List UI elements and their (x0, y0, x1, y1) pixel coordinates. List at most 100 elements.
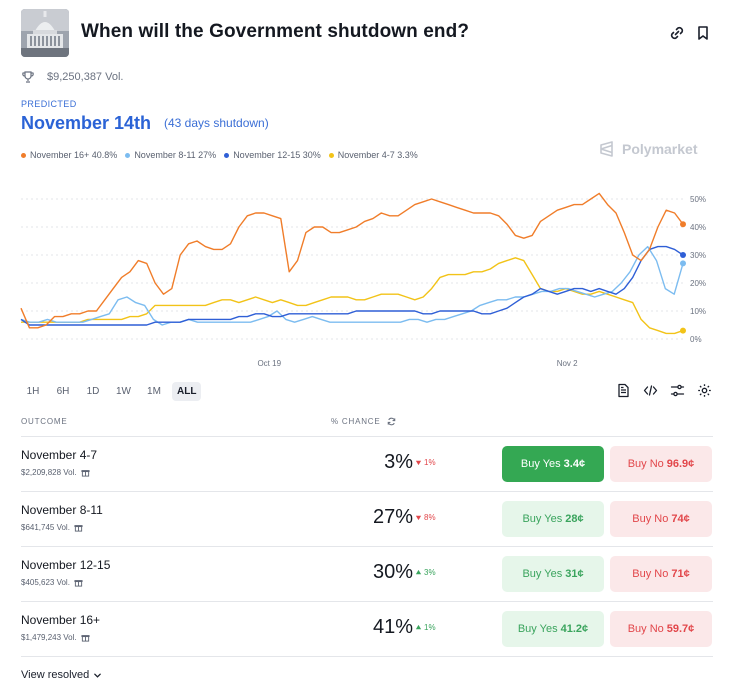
outcome-chance: 30% (372, 561, 413, 583)
gear-icon[interactable] (697, 383, 712, 398)
range-tab-1h[interactable]: 1H (21, 382, 45, 401)
buy-yes-button[interactable]: Buy Yes 41.2¢ (502, 611, 604, 647)
chance-change: 1% (415, 458, 436, 467)
view-resolved-label: View resolved (21, 669, 90, 681)
outcome-volume-text: $1,479,243 Vol. (21, 633, 77, 642)
volume-text: $9,250,387 Vol. (47, 71, 124, 83)
time-range-tabs: 1H 6H 1D 1W 1M ALL (21, 382, 202, 401)
column-outcome: OUTCOME (21, 417, 68, 426)
market-header: When will the Government shutdown end? (21, 9, 721, 57)
series-line-november-16- (20, 192, 684, 329)
range-tab-6h[interactable]: 6H (51, 382, 75, 401)
arrow-up-icon (415, 624, 422, 630)
outcome-chance: 3% (384, 451, 413, 473)
outcome-row[interactable]: November 16+ $1,479,243 Vol. 41% 1% Buy Yes 4… (21, 602, 713, 657)
buy-yes-price: 41.2¢ (560, 623, 589, 635)
legend-item: November 12-15 30% (224, 150, 321, 160)
buy-no-label: Buy No (627, 458, 664, 470)
link-icon[interactable] (667, 23, 687, 43)
chance-change-value: 1% (424, 458, 436, 467)
gift-icon (74, 525, 83, 532)
range-tab-1m[interactable]: 1M (142, 382, 166, 401)
buy-no-button[interactable]: Buy No 71¢ (610, 556, 712, 592)
gift-icon (74, 580, 83, 587)
market-volume: $9,250,387 Vol. (21, 68, 123, 86)
series-endpoint-november-16- (680, 221, 686, 228)
outcome-name: November 4-7 (21, 448, 98, 462)
buy-no-button[interactable]: Buy No 59.7¢ (610, 611, 712, 647)
outcome-row[interactable]: November 4-7 $2,209,828 Vol. 3% 1% Buy Yes 3.… (21, 437, 713, 492)
buy-no-price: 59.7¢ (666, 623, 695, 635)
buy-no-price: 71¢ (671, 568, 690, 580)
buy-yes-price: 3.4¢ (563, 458, 586, 470)
price-history-chart: 50% 40% 30% 20% 10% 0% Oct 19 Nov 2 (20, 192, 706, 368)
outcome-volume: $641,745 Vol. (21, 523, 83, 532)
arrow-down-icon (415, 515, 422, 521)
buy-yes-button[interactable]: Buy Yes 3.4¢ (502, 446, 604, 482)
outcome-name: November 12-15 (21, 558, 111, 572)
buy-yes-label: Buy Yes (520, 458, 561, 470)
range-tab-1d[interactable]: 1D (81, 382, 105, 401)
legend-item: November 4-7 3.3% (328, 150, 418, 160)
legend-dot (125, 152, 131, 158)
buy-no-button[interactable]: Buy No 96.9¢ (610, 446, 712, 482)
chance-change: 1% (415, 623, 436, 632)
series-endpoint-november-4-7 (680, 327, 686, 334)
buy-yes-label: Buy Yes (522, 568, 563, 580)
series-line-november-12-15 (20, 245, 684, 326)
code-icon[interactable] (643, 383, 658, 398)
y-tick-label: 50% (690, 195, 706, 204)
range-tab-all[interactable]: ALL (172, 382, 202, 401)
y-tick-label: 10% (690, 307, 706, 316)
buy-no-label: Buy No (632, 513, 669, 525)
predicted-sub: (43 days shutdown) (164, 116, 269, 130)
outcome-volume: $2,209,828 Vol. (21, 468, 90, 477)
buy-yes-price: 31¢ (565, 568, 584, 580)
gift-icon (81, 470, 90, 477)
outcome-volume: $1,479,243 Vol. (21, 633, 90, 642)
chance-change-value: 8% (424, 513, 436, 522)
chance-change: 3% (415, 568, 436, 577)
chart-legend: November 16+ 40.8% November 8-11 27% Nov… (21, 150, 418, 160)
gift-icon (81, 635, 90, 642)
outcome-name: November 16+ (21, 613, 101, 627)
polymarket-watermark: Polymarket (598, 140, 697, 158)
sliders-icon[interactable] (670, 383, 685, 398)
trophy-icon (22, 71, 34, 83)
y-tick-label: 30% (690, 251, 706, 260)
market-title: When will the Government shutdown end? (81, 21, 470, 42)
outcome-row[interactable]: November 12-15 $405,623 Vol. 30% 3% Buy Yes 3… (21, 547, 713, 602)
buy-no-button[interactable]: Buy No 74¢ (610, 501, 712, 537)
arrow-up-icon (415, 569, 422, 575)
predicted-value: November 14th (21, 113, 152, 133)
y-tick-label: 40% (690, 223, 706, 232)
refresh-icon[interactable] (387, 417, 396, 426)
outcome-volume-text: $2,209,828 Vol. (21, 468, 77, 477)
outcome-row[interactable]: November 8-11 $641,745 Vol. 27% 8% Buy Yes 28… (21, 492, 713, 547)
buy-no-price: 74¢ (671, 513, 690, 525)
document-icon[interactable] (616, 383, 631, 398)
predicted-label: PREDICTED (21, 99, 77, 109)
legend-dot (328, 152, 334, 158)
buy-no-label: Buy No (627, 623, 664, 635)
y-tick-label: 0% (690, 335, 702, 344)
legend-label: November 16+ 40.8% (30, 150, 118, 160)
outcome-volume-text: $641,745 Vol. (21, 523, 70, 532)
x-tick-label: Nov 2 (557, 359, 578, 368)
series-endpoint-november-8-11 (680, 260, 686, 267)
buy-yes-button[interactable]: Buy Yes 31¢ (502, 556, 604, 592)
legend-item: November 16+ 40.8% (21, 150, 117, 160)
outcome-name: November 8-11 (21, 503, 103, 517)
buy-yes-label: Buy Yes (517, 623, 558, 635)
legend-dot (224, 152, 230, 158)
arrow-down-icon (415, 460, 422, 466)
y-tick-label: 20% (690, 279, 706, 288)
chance-change-value: 1% (424, 623, 436, 632)
capitol-building-image (21, 9, 69, 57)
legend-dot (21, 152, 26, 158)
bookmark-icon[interactable] (693, 23, 713, 43)
range-tab-1w[interactable]: 1W (111, 382, 136, 401)
outcomes-table-header: OUTCOME % CHANCE (21, 412, 713, 437)
buy-yes-button[interactable]: Buy Yes 28¢ (502, 501, 604, 537)
view-resolved-link[interactable]: View resolved (21, 669, 102, 681)
